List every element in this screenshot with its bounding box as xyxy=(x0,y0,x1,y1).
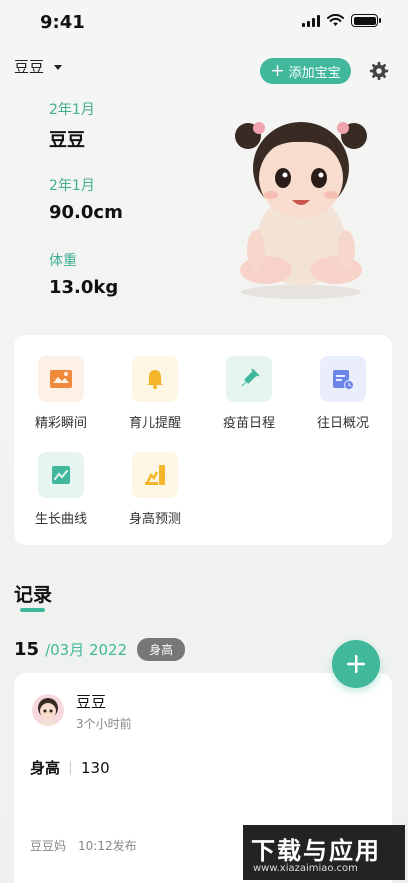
record-posted-time: 10:12发布 xyxy=(78,839,137,853)
records-title: 记录 xyxy=(14,584,53,606)
menu-label: 身高预测 xyxy=(128,512,181,527)
feature-menu-card: 精彩瞬间 育儿提醒 疫苗日程 往日概况 生长曲线 身高预测 xyxy=(14,335,392,545)
age-label: 2年1月 xyxy=(49,102,95,118)
record-baby-name: 豆豆 xyxy=(76,693,107,711)
record-date-month-year: /03月 2022 xyxy=(45,641,128,659)
baby-illustration xyxy=(235,122,367,299)
menu-item-moments[interactable]: 精彩瞬间 xyxy=(21,356,101,431)
baby-name: 豆豆 xyxy=(49,130,85,151)
calendar-clock-icon xyxy=(320,356,366,402)
divider xyxy=(70,760,72,775)
bell-icon xyxy=(132,356,178,402)
status-icons xyxy=(302,14,381,27)
chart-icon xyxy=(38,452,84,498)
watermark-url: www.xiazaimiao.com xyxy=(253,863,358,874)
records-tab-indicator xyxy=(20,608,45,612)
record-date-row: 15 /03月 2022 身高 xyxy=(14,638,186,661)
gear-icon[interactable] xyxy=(368,60,390,82)
battery-icon xyxy=(351,14,381,27)
add-baby-label: 添加宝宝 xyxy=(288,65,341,81)
watermark-badge: 下载与应用 www.xiazaimiao.com xyxy=(243,825,405,880)
menu-item-height-prediction[interactable]: 身高预测 xyxy=(115,452,195,527)
menu-item-reminders[interactable]: 育儿提醒 xyxy=(115,356,195,431)
menu-label: 生长曲线 xyxy=(34,512,87,527)
syringe-icon xyxy=(226,356,272,402)
avatar xyxy=(32,694,64,726)
height-label: 2年1月 xyxy=(49,178,95,194)
menu-label: 往日概况 xyxy=(316,416,369,431)
menu-label: 精彩瞬间 xyxy=(34,416,87,431)
cellular-signal-icon xyxy=(302,14,320,27)
menu-item-growth-curve[interactable]: 生长曲线 xyxy=(21,452,101,527)
plus-icon: + xyxy=(270,60,285,81)
record-metric-label: 身高 xyxy=(30,759,61,777)
plus-icon xyxy=(347,655,365,673)
weight-label: 体重 xyxy=(49,253,77,269)
record-date-day: 15 xyxy=(14,639,40,660)
menu-label: 疫苗日程 xyxy=(222,416,275,431)
record-time-ago: 3个小时前 xyxy=(76,717,132,731)
caret-down-icon xyxy=(54,65,63,70)
ruler-icon xyxy=(132,452,178,498)
menu-item-history-overview[interactable]: 往日概况 xyxy=(303,356,383,431)
photo-icon xyxy=(38,356,84,402)
weight-value: 13.0kg xyxy=(49,277,119,298)
record-metric: 身高 130 xyxy=(30,757,110,778)
status-time: 9:41 xyxy=(40,12,85,33)
watermark-title: 下载与应用 xyxy=(251,837,381,865)
add-record-button[interactable] xyxy=(332,640,380,688)
status-bar: 9:41 xyxy=(0,0,408,44)
record-metric-value: 130 xyxy=(81,758,110,777)
record-author: 豆豆妈 xyxy=(30,839,67,853)
baby-selector-label: 豆豆 xyxy=(14,58,45,76)
record-type-tag: 身高 xyxy=(137,638,186,661)
menu-item-vaccine-schedule[interactable]: 疫苗日程 xyxy=(209,356,289,431)
menu-label: 育儿提醒 xyxy=(128,416,181,431)
wifi-icon xyxy=(327,14,344,26)
baby-selector[interactable]: 豆豆 xyxy=(14,56,63,77)
add-baby-button[interactable]: + 添加宝宝 xyxy=(260,58,351,84)
height-value: 90.0cm xyxy=(49,202,123,223)
